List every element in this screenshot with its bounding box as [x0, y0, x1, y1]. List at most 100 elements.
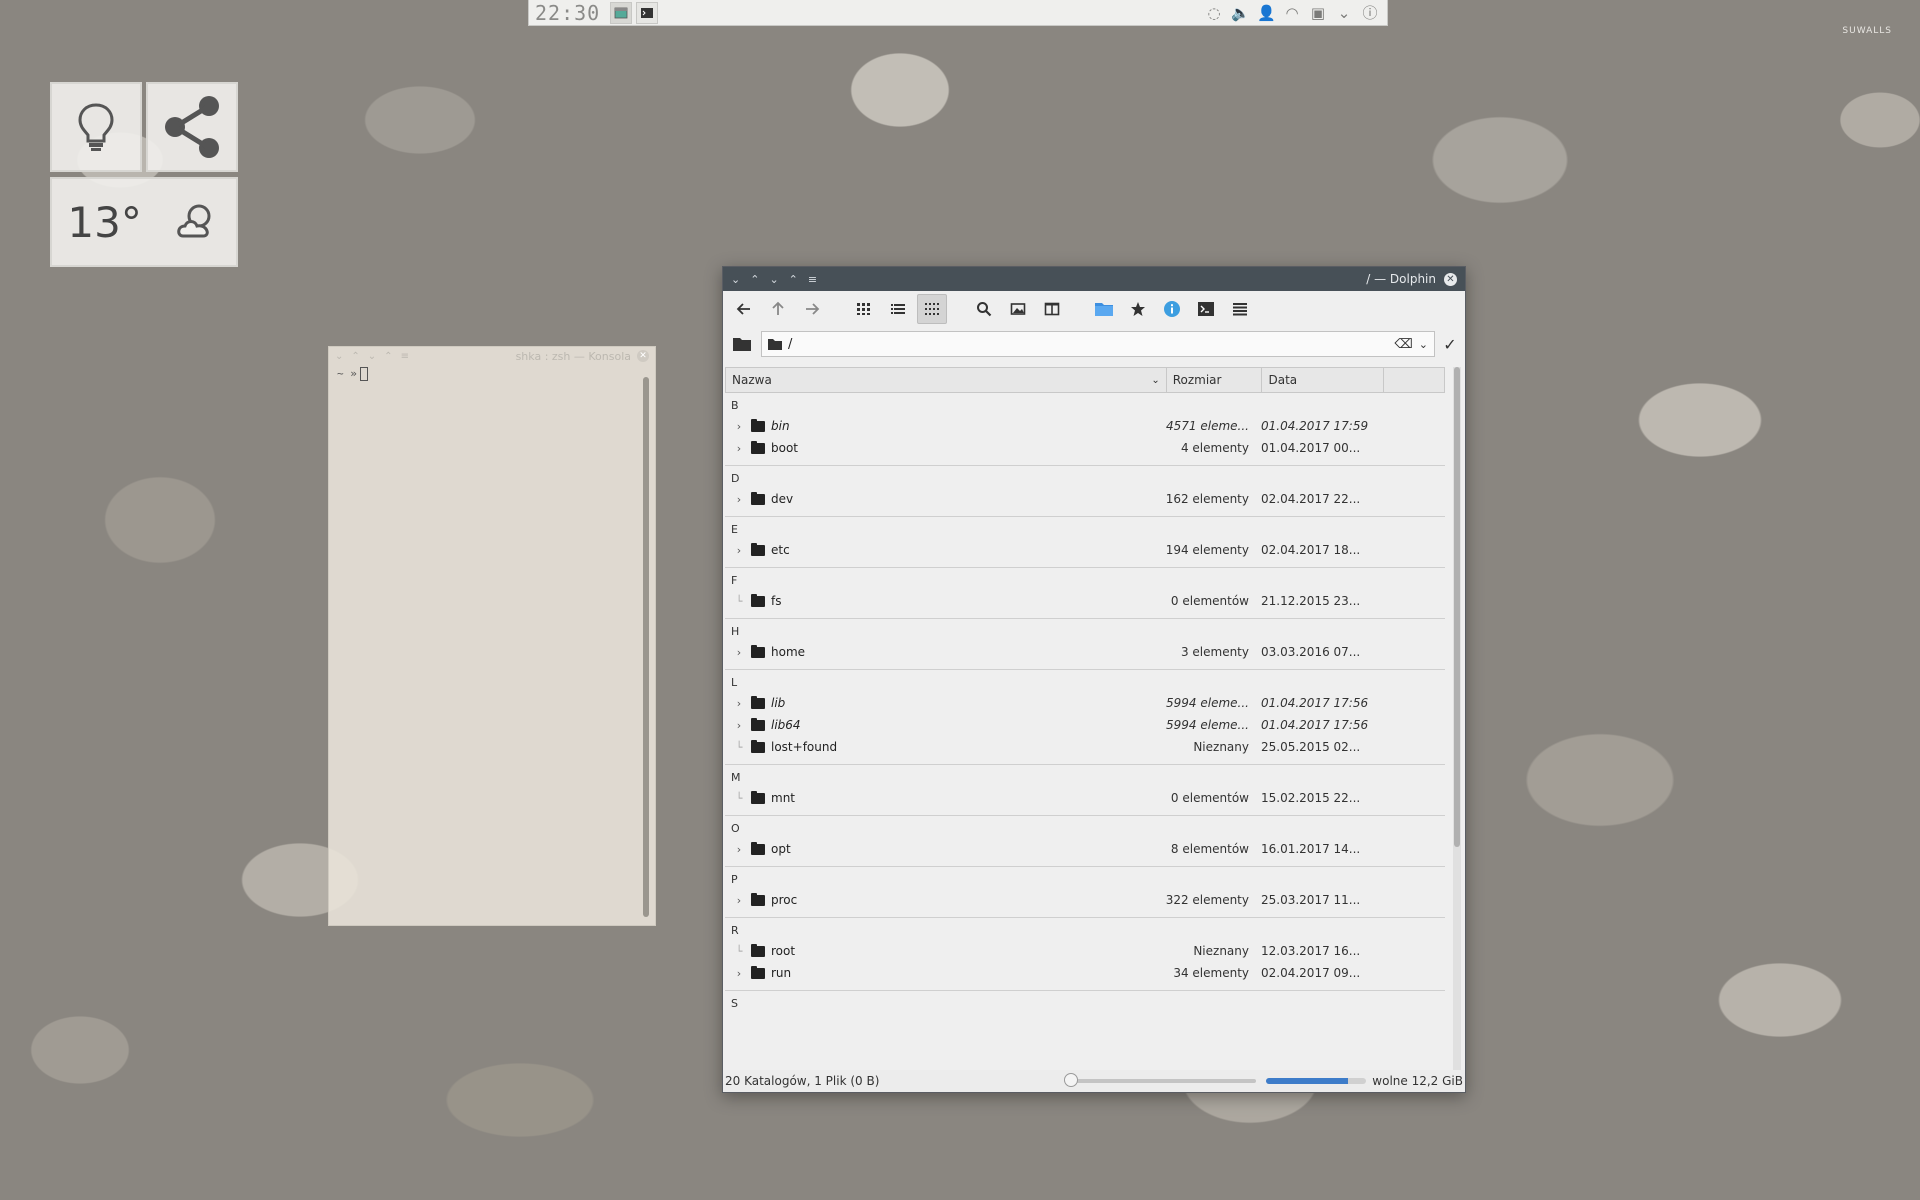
- location-dropdown-icon[interactable]: ⌄: [1419, 338, 1428, 351]
- free-space-label: wolne 12,2 GiB: [1372, 1074, 1463, 1088]
- free-space-bar[interactable]: [1266, 1078, 1367, 1084]
- konsole-menu-icon[interactable]: ≡: [401, 351, 409, 362]
- konsole-keep-below-icon[interactable]: ⌄: [368, 351, 376, 362]
- file-name: root: [771, 944, 796, 958]
- file-view-scrollbar[interactable]: [1453, 367, 1461, 1070]
- chevron-down-icon[interactable]: ⌄: [1335, 4, 1353, 22]
- zoom-slider-handle[interactable]: [1064, 1073, 1079, 1087]
- file-row[interactable]: └ mnt 0 elementów 15.02.2015 22...: [725, 787, 1445, 809]
- expand-chevron-icon[interactable]: ›: [725, 442, 747, 455]
- expand-chevron-icon[interactable]: ›: [725, 646, 747, 659]
- window-menu-icon[interactable]: ≡: [808, 273, 817, 286]
- expand-chevron-icon[interactable]: ›: [725, 493, 747, 506]
- hamburger-menu-icon[interactable]: [1225, 294, 1255, 324]
- expand-chevron-icon[interactable]: ›: [725, 894, 747, 907]
- clear-location-icon[interactable]: ⌫: [1394, 337, 1412, 352]
- places-folder-icon[interactable]: [1089, 294, 1119, 324]
- konsole-titlebar[interactable]: ⌄ ⌃ ⌄ ⌃ ≡ shka : zsh — Konsola ✕: [329, 347, 655, 365]
- search-icon[interactable]: [969, 294, 999, 324]
- file-row[interactable]: › proc 322 elementy 25.03.2017 11...: [725, 889, 1445, 911]
- icons-view-icon[interactable]: [849, 294, 879, 324]
- file-row[interactable]: › home 3 elementy 03.03.2016 07...: [725, 641, 1445, 663]
- column-name[interactable]: Nazwa ⌄: [726, 368, 1167, 392]
- file-date: 02.04.2017 18...: [1261, 543, 1361, 557]
- weather-widget[interactable]: 13°: [50, 177, 238, 267]
- keep-below-icon[interactable]: ⌄: [769, 273, 778, 286]
- expand-chevron-icon[interactable]: ›: [725, 544, 747, 557]
- konsole-keep-above-icon[interactable]: ⌃: [384, 351, 392, 362]
- tips-widget[interactable]: [50, 82, 142, 172]
- column-size[interactable]: Rozmiar: [1167, 368, 1263, 392]
- window-menu-chevron-icon[interactable]: ⌄: [731, 273, 740, 286]
- notification-icon[interactable]: ⓘ: [1361, 2, 1379, 23]
- taskbar-dolphin-button[interactable]: [610, 1, 633, 24]
- file-size: 8 elementów: [1170, 842, 1249, 856]
- file-size: 322 elementy: [1165, 893, 1249, 907]
- expand-chevron-icon[interactable]: ›: [725, 843, 747, 856]
- compact-view-icon[interactable]: [883, 294, 913, 324]
- preview-icon[interactable]: [1003, 294, 1033, 324]
- expand-chevron-icon[interactable]: ›: [725, 420, 747, 433]
- zoom-slider[interactable]: [1064, 1073, 1257, 1087]
- dolphin-titlebar[interactable]: ⌄ ⌃ ⌄ ⌃ ≡ / — Dolphin ✕: [723, 267, 1465, 291]
- places-toggle-folder-icon[interactable]: [727, 329, 757, 359]
- file-date: 02.04.2017 22...: [1261, 492, 1361, 506]
- expand-chevron-icon[interactable]: ›: [725, 719, 747, 732]
- file-view[interactable]: Nazwa ⌄ Rozmiar Data B › bin 4571 eleme... 0…: [725, 367, 1463, 1070]
- group-header: E: [731, 523, 738, 536]
- file-date: 01.04.2017 17:59: [1261, 419, 1369, 433]
- share-widget[interactable]: [146, 82, 238, 172]
- terminal-prompt[interactable]: ~ »: [329, 365, 655, 383]
- konsole-scrollbar[interactable]: [643, 377, 649, 917]
- file-size: 5994 eleme...: [1166, 718, 1249, 732]
- location-input[interactable]: / ⌫ ⌄: [761, 331, 1435, 357]
- back-icon[interactable]: [729, 294, 759, 324]
- file-row[interactable]: └ root Nieznany 12.03.2017 16...: [725, 940, 1445, 962]
- group-header: O: [731, 822, 740, 835]
- konsole-close-icon[interactable]: ✕: [637, 350, 649, 362]
- terminal-cursor: [359, 367, 368, 381]
- scrollbar-thumb[interactable]: [1454, 367, 1460, 847]
- volume-icon[interactable]: 🔈: [1231, 4, 1250, 22]
- column-date[interactable]: Data: [1262, 368, 1385, 392]
- confirm-location-icon[interactable]: ✓: [1439, 329, 1461, 359]
- dolphin-window[interactable]: ⌄ ⌃ ⌄ ⌃ ≡ / — Dolphin ✕ / ⌫ ⌄ ✓ Nazwa ⌄ …: [722, 266, 1466, 1093]
- folder-icon: [751, 593, 765, 607]
- file-row[interactable]: › etc 194 elementy 02.04.2017 18...: [725, 539, 1445, 561]
- split-view-icon[interactable]: [1037, 294, 1067, 324]
- keep-above-icon[interactable]: ⌃: [789, 273, 798, 286]
- file-row[interactable]: › dev 162 elementy 02.04.2017 22...: [725, 488, 1445, 510]
- konsole-menu-chevron-icon[interactable]: ⌄: [335, 351, 343, 362]
- terminal-panel-icon[interactable]: [1191, 294, 1221, 324]
- file-row[interactable]: └ lost+found Nieznany 25.05.2015 02...: [725, 736, 1445, 758]
- expand-chevron-icon[interactable]: ›: [725, 697, 747, 710]
- close-icon[interactable]: ✕: [1444, 272, 1457, 286]
- bookmark-star-icon[interactable]: [1123, 294, 1153, 324]
- wifi-icon[interactable]: ◠: [1283, 4, 1301, 22]
- network-activity-icon[interactable]: ◌: [1205, 4, 1223, 22]
- taskbar-konsole-button[interactable]: [636, 1, 659, 24]
- expand-chevron-icon[interactable]: ›: [725, 967, 747, 980]
- file-row[interactable]: › lib 5994 eleme... 01.04.2017 17:56: [725, 692, 1445, 714]
- dolphin-title: / — Dolphin: [1366, 272, 1436, 286]
- clock[interactable]: 22:30: [529, 1, 606, 25]
- information-icon[interactable]: [1157, 294, 1187, 324]
- folder-icon: [751, 644, 765, 658]
- konsole-window[interactable]: ⌄ ⌃ ⌄ ⌃ ≡ shka : zsh — Konsola ✕ ~ »: [328, 346, 656, 926]
- file-row[interactable]: › bin 4571 eleme... 01.04.2017 17:59: [725, 415, 1445, 437]
- forward-icon[interactable]: [797, 294, 827, 324]
- details-view-icon[interactable]: [917, 294, 947, 324]
- group-header: H: [731, 625, 740, 638]
- file-row[interactable]: └ fs 0 elementów 21.12.2015 23...: [725, 590, 1445, 612]
- file-row[interactable]: › boot 4 elementy 01.04.2017 00...: [725, 437, 1445, 459]
- file-date: 01.04.2017 17:56: [1261, 718, 1369, 732]
- user-icon[interactable]: 👤: [1257, 4, 1276, 22]
- file-row[interactable]: › opt 8 elementów 16.01.2017 14...: [725, 838, 1445, 860]
- clipboard-icon[interactable]: ▣: [1309, 4, 1327, 22]
- minimize-icon[interactable]: ⌃: [750, 273, 759, 286]
- file-row[interactable]: › run 34 elementy 02.04.2017 09...: [725, 962, 1445, 984]
- konsole-minimize-icon[interactable]: ⌃: [351, 351, 359, 362]
- file-row[interactable]: › lib64 5994 eleme... 01.04.2017 17:56: [725, 714, 1445, 736]
- cloudy-weather-icon: [176, 204, 211, 238]
- up-icon[interactable]: [763, 294, 793, 324]
